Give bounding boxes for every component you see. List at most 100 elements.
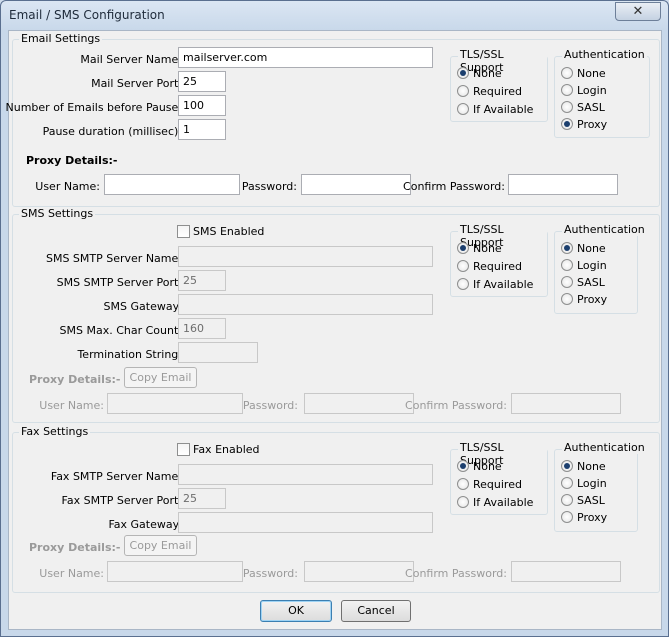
email-password-label: Password: (241, 180, 297, 193)
emails-before-pause-field[interactable]: 100 (178, 95, 226, 116)
fax-auth-login-radio[interactable]: Login (561, 477, 607, 493)
radio-selected-icon (561, 242, 573, 254)
fax-auth-title: Authentication (562, 441, 647, 454)
sms-proxy-details-label: Proxy Details:- (29, 373, 121, 386)
fax-user-name-field[interactable] (107, 561, 243, 582)
window-title: Email / SMS Configuration (9, 8, 165, 22)
fax-password-field[interactable] (304, 561, 414, 582)
email-proxy-details-label: Proxy Details:- (26, 154, 118, 167)
sms-confirm-password-field[interactable] (511, 393, 621, 414)
email-password-field[interactable] (301, 174, 411, 195)
sms-copy-email-button[interactable]: Copy Email (124, 367, 197, 388)
sms-termination-field[interactable] (178, 342, 258, 363)
mail-server-port-field[interactable]: 25 (178, 71, 226, 92)
emails-before-pause-label: Number of Emails before Pause: (5, 101, 182, 114)
sms-server-port-field[interactable]: 25 (178, 270, 226, 291)
close-icon: ✕ (632, 4, 644, 19)
fax-tls-group: TLS/SSL Support None Required If Availab… (450, 441, 548, 515)
radio-icon (457, 103, 469, 115)
radio-icon (561, 293, 573, 305)
email-auth-sasl-radio[interactable]: SASL (561, 101, 605, 117)
sms-server-name-label: SMS SMTP Server Name: (45, 252, 182, 265)
radio-icon (561, 67, 573, 79)
email-settings-group: Email Settings Mail Server Name: mailser… (6, 32, 660, 207)
email-settings-legend: Email Settings (19, 32, 103, 45)
email-tls-if-available-radio[interactable]: If Available (457, 103, 533, 119)
email-tls-none-radio[interactable]: None (457, 67, 502, 83)
sms-tls-required-radio[interactable]: Required (457, 260, 522, 276)
sms-enabled-checkbox[interactable]: SMS Enabled (177, 225, 264, 238)
fax-auth-group: Authentication None Login SASL Proxy (554, 441, 647, 532)
sms-max-char-label: SMS Max. Char Count: (59, 324, 182, 337)
fax-copy-email-button[interactable]: Copy Email (124, 535, 197, 556)
sms-auth-title: Authentication (562, 223, 647, 236)
cancel-button[interactable]: Cancel (341, 600, 411, 622)
radio-icon (561, 494, 573, 506)
sms-password-field[interactable] (304, 393, 414, 414)
sms-settings-group: SMS Settings SMS Enabled SMS SMTP Server… (12, 207, 660, 423)
sms-server-port-label: SMS SMTP Server Port: (56, 276, 182, 289)
fax-password-label: Password: (242, 567, 298, 580)
checkbox-icon (177, 443, 190, 456)
radio-icon (457, 278, 469, 290)
sms-server-name-field[interactable] (178, 246, 433, 267)
fax-confirm-password-field[interactable] (511, 561, 621, 582)
radio-icon (561, 511, 573, 523)
fax-confirm-password-label: Confirm Password: (405, 567, 507, 580)
radio-icon (561, 477, 573, 489)
fax-server-name-field[interactable] (178, 464, 433, 485)
sms-tls-group: TLS/SSL Support None Required If Availab… (450, 223, 548, 297)
fax-tls-required-radio[interactable]: Required (457, 478, 522, 494)
sms-max-char-field[interactable]: 160 (178, 318, 226, 339)
fax-auth-proxy-radio[interactable]: Proxy (561, 511, 607, 527)
fax-server-port-label: Fax SMTP Server Port: (61, 494, 182, 507)
sms-auth-proxy-radio[interactable]: Proxy (561, 293, 607, 309)
sms-user-name-label: User Name: (39, 399, 104, 412)
email-auth-none-radio[interactable]: None (561, 67, 606, 83)
sms-user-name-field[interactable] (107, 393, 243, 414)
pause-duration-field[interactable]: 1 (178, 119, 226, 140)
sms-password-label: Password: (242, 399, 298, 412)
sms-auth-login-radio[interactable]: Login (561, 259, 607, 275)
sms-gateway-field[interactable] (178, 294, 433, 315)
fax-tls-if-available-radio[interactable]: If Available (457, 496, 533, 512)
email-user-name-field[interactable] (104, 174, 240, 195)
radio-icon (457, 478, 469, 490)
sms-confirm-password-label: Confirm Password: (405, 399, 507, 412)
sms-tls-if-available-radio[interactable]: If Available (457, 278, 533, 294)
sms-tls-none-radio[interactable]: None (457, 242, 502, 258)
close-button[interactable]: ✕ (615, 2, 661, 21)
email-confirm-password-label: Confirm Password: (403, 180, 505, 193)
fax-auth-none-radio[interactable]: None (561, 460, 606, 476)
email-auth-proxy-radio[interactable]: Proxy (561, 118, 607, 134)
email-auth-login-radio[interactable]: Login (561, 84, 607, 100)
fax-server-port-field[interactable]: 25 (178, 488, 226, 509)
fax-tls-none-radio[interactable]: None (457, 460, 502, 476)
ok-button[interactable]: OK (260, 600, 332, 622)
radio-icon (457, 496, 469, 508)
mail-server-name-field[interactable]: mailserver.com (178, 47, 433, 68)
radio-icon (457, 85, 469, 97)
fax-auth-sasl-radio[interactable]: SASL (561, 494, 605, 510)
radio-icon (457, 260, 469, 272)
fax-proxy-details-label: Proxy Details:- (29, 541, 121, 554)
sms-settings-legend: SMS Settings (19, 207, 96, 220)
fax-gateway-field[interactable] (178, 512, 433, 533)
sms-auth-none-radio[interactable]: None (561, 242, 606, 258)
sms-auth-sasl-radio[interactable]: SASL (561, 276, 605, 292)
radio-selected-icon (457, 67, 469, 79)
mail-server-name-label: Mail Server Name: (80, 53, 182, 66)
pause-duration-label: Pause duration (millisec): (42, 125, 182, 138)
email-confirm-password-field[interactable] (508, 174, 618, 195)
email-auth-title: Authentication (562, 48, 647, 61)
fax-enabled-checkbox[interactable]: Fax Enabled (177, 443, 260, 456)
email-tls-group: TLS/SSL Support None Required If Availab… (450, 48, 548, 122)
email-tls-required-radio[interactable]: Required (457, 85, 522, 101)
sms-gateway-label: SMS Gateway: (103, 300, 182, 313)
radio-icon (561, 276, 573, 288)
radio-icon (561, 101, 573, 113)
mail-server-port-label: Mail Server Port: (91, 77, 182, 90)
radio-icon (561, 84, 573, 96)
radio-selected-icon (561, 118, 573, 130)
email-auth-group: Authentication None Login SASL Proxy (554, 48, 650, 138)
